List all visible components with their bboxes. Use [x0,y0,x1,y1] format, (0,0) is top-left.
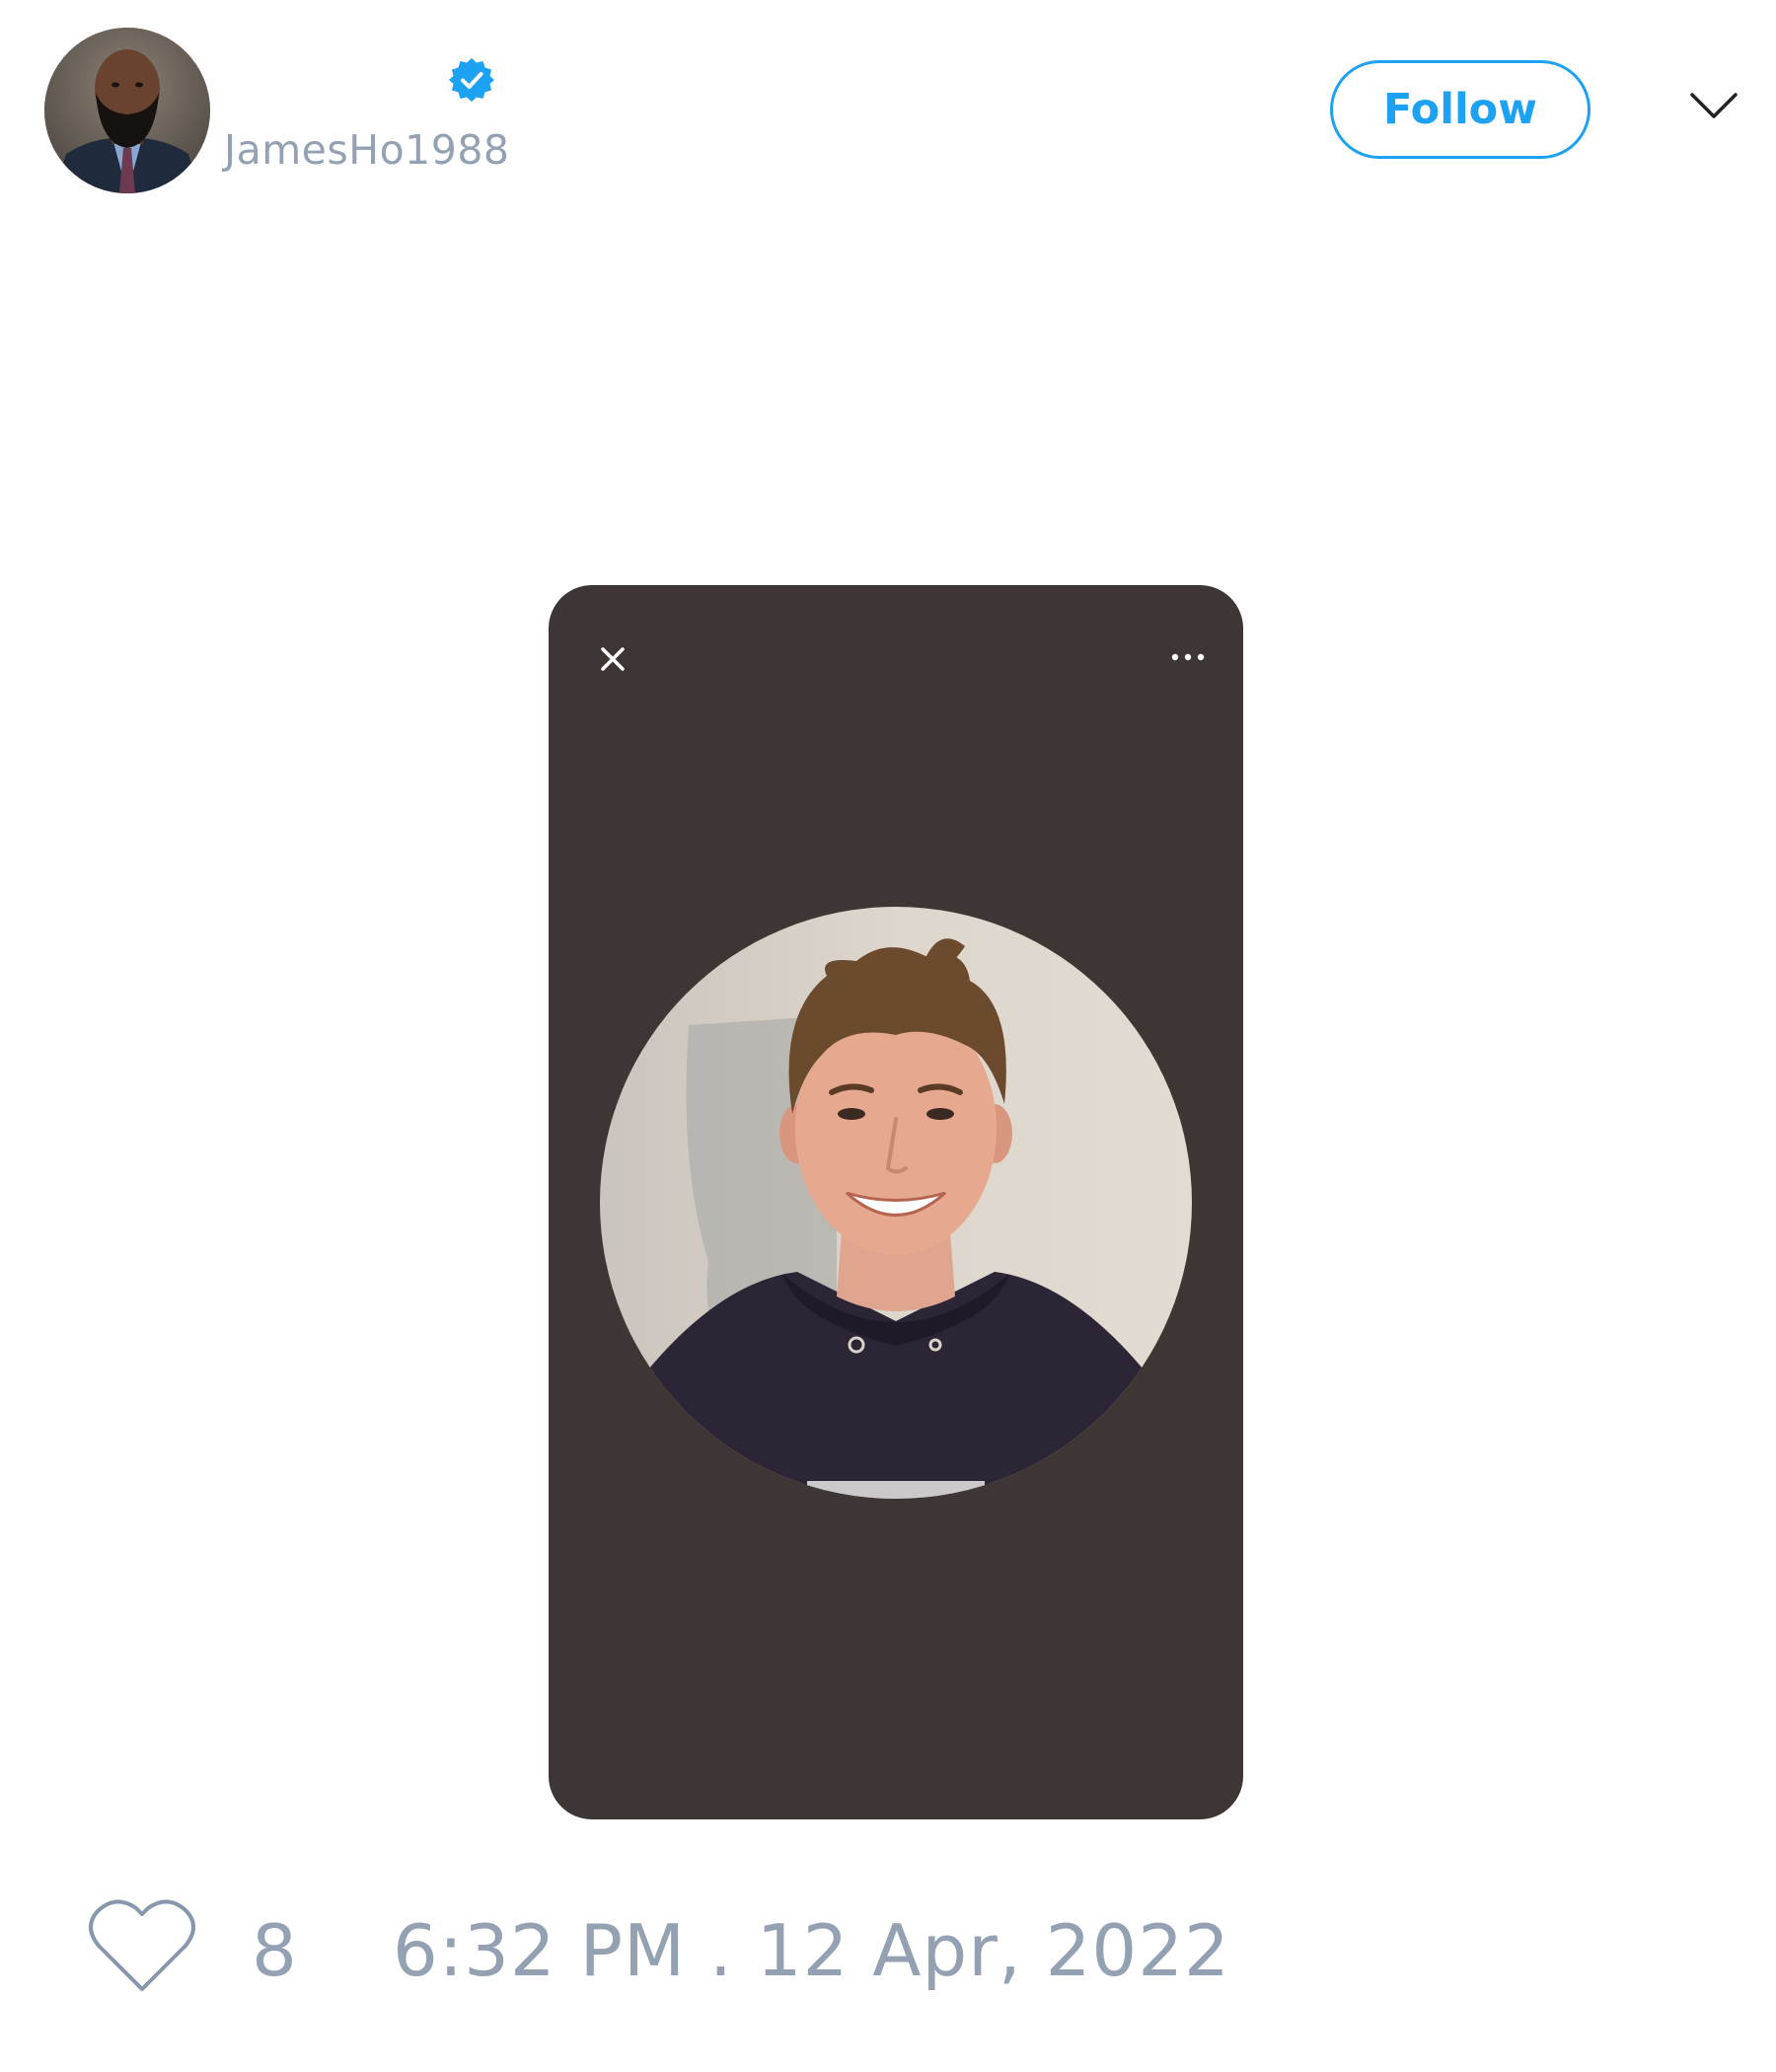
follow-button[interactable]: Follow [1330,60,1591,159]
more-horizontal-icon[interactable] [1168,650,1208,664]
username[interactable]: JamesHo1988 [224,126,510,174]
verified-badge-icon [449,58,494,102]
media-card[interactable] [549,585,1243,1819]
like-count: 8 [252,1909,297,1992]
tweet-timestamp[interactable]: 6:32 PM . 12 Apr, 2022 [393,1909,1230,1992]
tweet-card: JamesHo1988 Follow 8 6:32 PM . 12 Apr, 2… [0,0,1776,2072]
avatar-photo [44,28,210,193]
portrait-photo [600,907,1192,1499]
chevron-down-icon[interactable] [1689,89,1739,124]
heart-icon[interactable] [87,1896,197,1995]
avatar[interactable] [44,28,210,193]
close-icon[interactable] [595,641,630,677]
